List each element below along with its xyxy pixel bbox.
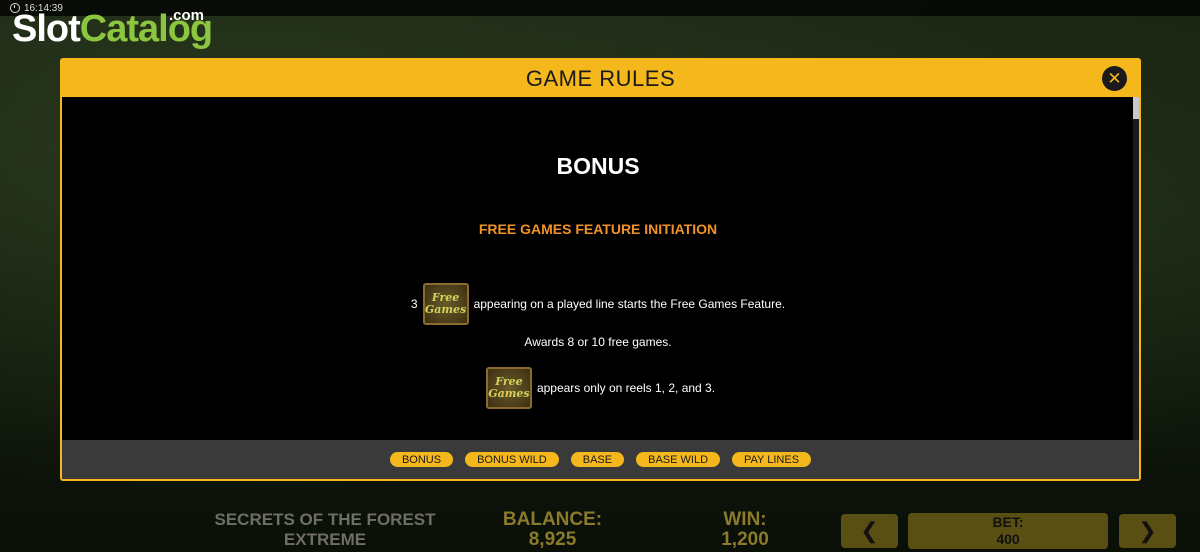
bet-value: 400 xyxy=(996,531,1020,547)
rule-line: 3 Free Games appearing on a played line … xyxy=(62,283,1134,325)
watermark-part3: .com xyxy=(169,7,205,24)
game-name: SECRETS OF THE FOREST EXTREME xyxy=(190,510,460,550)
bet-increase-button[interactable]: ❯ xyxy=(1119,514,1176,548)
dialog-title: GAME RULES xyxy=(525,65,676,91)
rule-text: Awards 8 or 10 free games. xyxy=(524,335,672,349)
tab-pay-lines[interactable]: PAY LINES xyxy=(732,452,812,467)
close-icon: ✕ xyxy=(1107,68,1122,88)
chevron-right-icon: ❯ xyxy=(1138,518,1157,543)
bet-display: BET: 400 xyxy=(908,513,1108,549)
slotcatalog-watermark: SlotCatalog .com xyxy=(12,7,213,50)
icon-label: Games xyxy=(488,387,530,400)
free-games-symbol-icon: Free Games xyxy=(485,367,532,409)
game-rules-dialog: GAME RULES ✕ BONUS FREE GAMES FEATURE IN… xyxy=(60,58,1141,481)
scroll-thumb[interactable] xyxy=(1133,97,1139,119)
tab-bonus-wild[interactable]: BONUS WILD xyxy=(465,452,559,467)
rules-content[interactable]: BONUS FREE GAMES FEATURE INITIATION 3 Fr… xyxy=(62,97,1134,440)
rule-text: appearing on a played line starts the Fr… xyxy=(473,297,786,311)
bet-label: BET: xyxy=(992,514,1024,530)
win-value: 1,200 xyxy=(721,529,769,550)
win-label: WIN: xyxy=(723,509,767,530)
rule-line: Awards 8 or 10 free games. xyxy=(62,335,1134,349)
bet-decrease-button[interactable]: ❮ xyxy=(841,514,898,548)
watermark-part1: Slot xyxy=(12,8,81,50)
game-name-line2: EXTREME xyxy=(283,530,367,549)
rule-text: appears only on reels 1, 2, and 3. xyxy=(536,381,716,395)
scrollbar[interactable] xyxy=(1133,97,1139,440)
rules-tabs: BONUS BONUS WILD BASE BASE WILD PAY LINE… xyxy=(62,440,1139,479)
chevron-left-icon: ❮ xyxy=(860,518,879,543)
free-games-symbol-icon: Free Games xyxy=(422,283,469,325)
win-display: WIN: 1,200 xyxy=(700,510,790,550)
tab-base-wild[interactable]: BASE WILD xyxy=(636,452,721,467)
rule-line: Free Games appears only on reels 1, 2, a… xyxy=(62,367,1134,409)
close-button[interactable]: ✕ xyxy=(1102,66,1127,91)
balance-label: BALANCE: xyxy=(502,509,603,530)
tab-base[interactable]: BASE xyxy=(570,452,625,467)
tab-bonus[interactable]: BONUS xyxy=(389,452,454,467)
section-subtitle: FREE GAMES FEATURE INITIATION xyxy=(478,221,718,237)
balance-display: BALANCE: 8,925 xyxy=(490,510,615,550)
game-name-line1: SECRETS OF THE FOREST xyxy=(214,510,436,529)
balance-value: 8,925 xyxy=(528,529,577,550)
icon-label: Games xyxy=(424,303,467,316)
rule-count: 3 xyxy=(410,297,418,311)
section-title: BONUS xyxy=(556,153,640,179)
dialog-header: GAME RULES ✕ xyxy=(62,60,1139,97)
